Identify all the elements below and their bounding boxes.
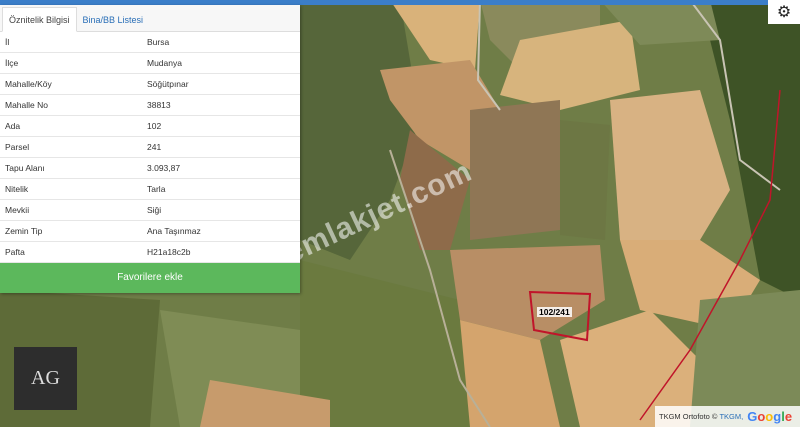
attribute-key: Zemin Tip <box>0 220 147 242</box>
attribute-key: Mahalle/Köy <box>0 73 147 95</box>
parcel-label: 102/241 <box>537 307 572 317</box>
tab-attributes[interactable]: Öznitelik Bilgisi <box>2 7 77 32</box>
attribute-value: 38813 <box>147 94 300 116</box>
table-row: Mevkii Siği <box>0 199 300 221</box>
attribute-key: İl <box>0 32 147 53</box>
attribute-value: Bursa <box>147 32 300 53</box>
table-row: İl Bursa <box>0 32 300 53</box>
table-row: Zemin Tip Ana Taşınmaz <box>0 220 300 242</box>
attribute-key: Pafta <box>0 241 147 263</box>
attribute-key: Ada <box>0 115 147 137</box>
table-row: Ada 102 <box>0 115 300 137</box>
table-row: Mahalle No 38813 <box>0 94 300 116</box>
attribute-key: Nitelik <box>0 178 147 200</box>
attribute-value: H21a18c2b <box>147 241 300 263</box>
attribute-value: Ana Taşınmaz <box>147 220 300 242</box>
tab-building-list[interactable]: Bina/BB Listesi <box>77 8 150 31</box>
attribute-value: Siği <box>147 199 300 221</box>
attribute-value: Tarla <box>147 178 300 200</box>
table-row: Pafta H21a18c2b <box>0 241 300 263</box>
table-row: Tapu Alanı 3.093,87 <box>0 157 300 179</box>
attribute-key: Mahalle No <box>0 94 147 116</box>
attribute-key: İlçe <box>0 52 147 74</box>
map-attribution: TKGM Ortofoto © TKGM, Google <box>655 406 800 427</box>
table-row: Nitelik Tarla <box>0 178 300 200</box>
gear-icon[interactable]: ⚙ <box>768 0 800 24</box>
google-logo: Google <box>747 409 793 424</box>
attribute-key: Parsel <box>0 136 147 158</box>
attribute-value: 102 <box>147 115 300 137</box>
table-row: Mahalle/Köy Söğütpınar <box>0 73 300 95</box>
attribute-table: İl Bursa İlçe Mudanya Mahalle/Köy Söğütpınar M… <box>0 32 300 263</box>
attribute-panel: Öznitelik Bilgisi Bina/BB Listesi İl Burs… <box>0 5 300 293</box>
attribution-link[interactable]: TKGM, <box>719 412 743 421</box>
attribution-text: TKGM Ortofoto © <box>659 412 718 421</box>
attribute-value: Söğütpınar <box>147 73 300 95</box>
add-favorite-button[interactable]: Favorilere ekle <box>0 263 300 293</box>
agency-logo: AG <box>14 347 77 410</box>
attribute-value: 241 <box>147 136 300 158</box>
attribute-value: 3.093,87 <box>147 157 300 179</box>
table-row: Parsel 241 <box>0 136 300 158</box>
panel-tabs: Öznitelik Bilgisi Bina/BB Listesi <box>0 5 300 32</box>
attribute-key: Tapu Alanı <box>0 157 147 179</box>
table-row: İlçe Mudanya <box>0 52 300 74</box>
attribute-value: Mudanya <box>147 52 300 74</box>
attribute-key: Mevkii <box>0 199 147 221</box>
